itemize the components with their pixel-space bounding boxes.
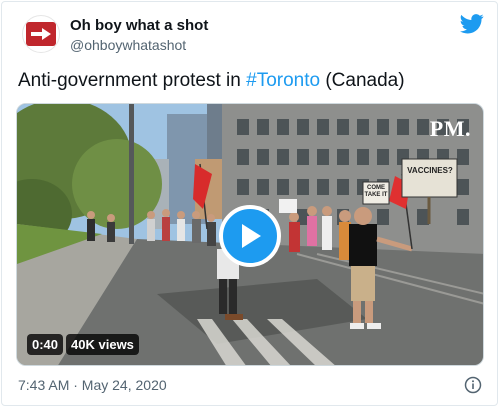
video-player[interactable]: VACCINES? COME TAKE IT PM. 0:40 40K view… — [16, 103, 484, 366]
twitter-bird-icon[interactable] — [460, 14, 484, 34]
sign-come-take-it: COME TAKE IT — [364, 185, 388, 198]
tweet-text: Anti-government protest in #Toronto (Can… — [18, 70, 405, 92]
video-duration: 0:40 — [27, 334, 64, 355]
play-icon — [242, 224, 261, 248]
video-watermark: PM. — [429, 116, 471, 141]
avatar[interactable] — [22, 15, 60, 53]
video-badges: 0:40 40K views — [27, 334, 139, 355]
author-handle[interactable]: @ohboywhatashot — [70, 37, 186, 53]
video-view-count: 40K views — [66, 334, 139, 355]
author-display-name[interactable]: Oh boy what a shot — [70, 17, 208, 34]
sign-vaccines: VACCINES? — [407, 166, 453, 175]
tweet-text-before: Anti-government protest in — [18, 70, 247, 91]
arrow-right-icon — [26, 22, 56, 46]
hashtag-link[interactable]: #Toronto — [246, 70, 320, 91]
tweet-timestamp[interactable]: 7:43 AM · May 24, 2020 — [18, 377, 167, 393]
info-icon[interactable] — [464, 376, 482, 394]
tweet-text-after: (Canada) — [320, 70, 405, 91]
play-button[interactable] — [219, 205, 281, 267]
tweet-card: Oh boy what a shot @ohboywhatashot Anti-… — [1, 1, 498, 406]
